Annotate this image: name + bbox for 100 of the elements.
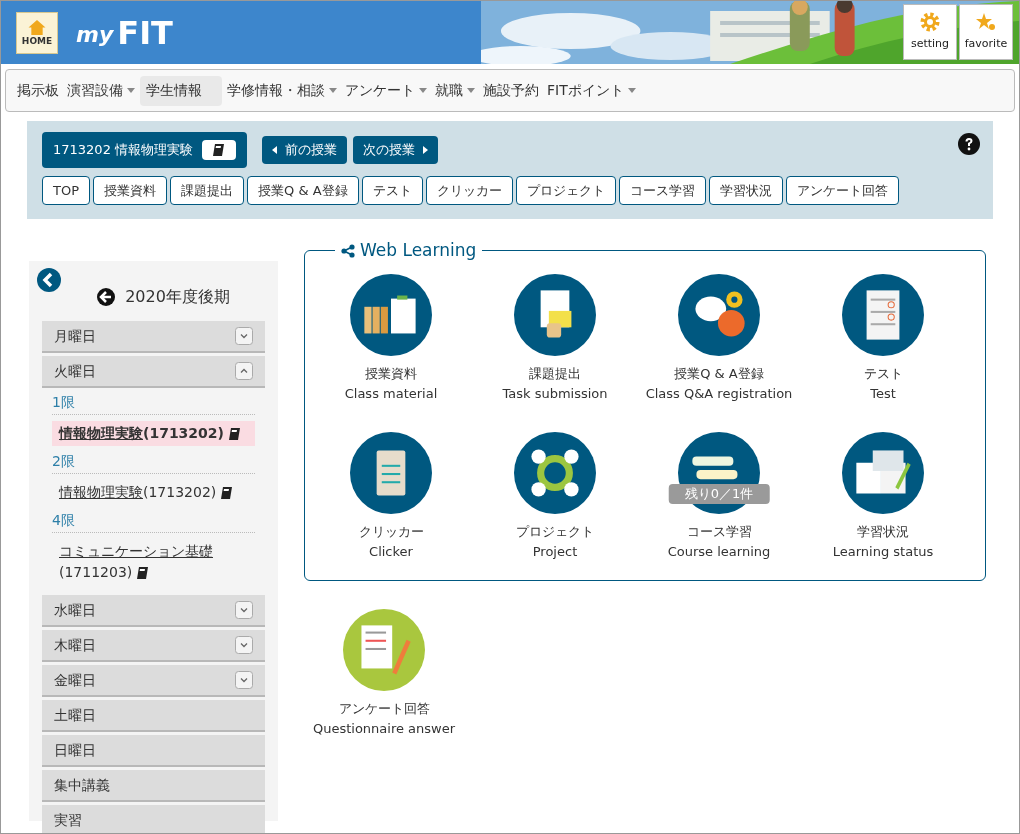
tile-sublabel: Class material bbox=[344, 384, 438, 403]
tile-label: プロジェクト bbox=[516, 522, 594, 541]
help-icon[interactable] bbox=[958, 133, 980, 155]
favorite-button[interactable]: favorite bbox=[959, 4, 1013, 60]
course-tab[interactable]: テスト bbox=[361, 176, 423, 205]
tile-label: 課題提出 bbox=[529, 364, 581, 383]
caret-icon bbox=[627, 88, 636, 93]
learning-tile[interactable]: プロジェクト Project bbox=[480, 431, 630, 562]
tile-label: クリッカー bbox=[358, 522, 424, 541]
day-header[interactable]: 木曜日 bbox=[42, 630, 265, 662]
learning-tile[interactable]: クリッカー Clicker bbox=[316, 431, 466, 562]
day-label: 日曜日 bbox=[54, 740, 96, 760]
course-link[interactable]: コミュニケーション基礎 (1711203) bbox=[52, 539, 255, 585]
course-tab[interactable]: クリッカー bbox=[425, 176, 513, 205]
day-header[interactable]: 実習 bbox=[42, 805, 265, 833]
period-label: 4限 bbox=[52, 509, 255, 533]
day-header[interactable]: 集中講義 bbox=[42, 770, 265, 802]
logo: my FIT bbox=[76, 14, 173, 51]
home-button[interactable]: HOME bbox=[16, 11, 58, 54]
syllabus-button[interactable] bbox=[202, 140, 237, 160]
day-header[interactable]: 土曜日 bbox=[42, 700, 265, 732]
day-label: 水曜日 bbox=[54, 600, 96, 620]
nav-menu-item[interactable]: 施設予約 bbox=[480, 75, 542, 106]
panel-title: Web Learning bbox=[335, 238, 483, 264]
share-icon bbox=[341, 243, 355, 258]
caret-icon bbox=[467, 88, 475, 93]
next-class-button[interactable]: 次の授業 bbox=[353, 136, 439, 164]
nav-menu-item[interactable]: アンケート bbox=[342, 75, 430, 106]
day-header[interactable]: 月曜日 bbox=[42, 321, 265, 353]
day-header[interactable]: 日曜日 bbox=[42, 735, 265, 767]
book-icon bbox=[212, 143, 227, 157]
day-label: 火曜日 bbox=[54, 361, 96, 381]
day-header[interactable]: 金曜日 bbox=[42, 665, 265, 697]
settings-icon bbox=[920, 11, 940, 32]
nav-menu-item[interactable]: 学修情報・相談 bbox=[224, 75, 340, 106]
learning-tile[interactable]: 授業Q & A登録 Class Q&A registration bbox=[644, 273, 794, 404]
house-icon bbox=[27, 19, 47, 36]
learning-tile[interactable]: アンケート回答 Questionnaire answer bbox=[309, 608, 459, 739]
nav-menu-item[interactable]: FITポイント bbox=[544, 75, 639, 106]
tile-sublabel: Class Q&A registration bbox=[645, 384, 793, 403]
tile-label: 学習状況 bbox=[857, 522, 909, 541]
day-label: 木曜日 bbox=[54, 635, 96, 655]
document-icon bbox=[842, 273, 924, 356]
settings-button[interactable]: setting bbox=[903, 4, 957, 60]
home-label: HOME bbox=[21, 36, 53, 46]
course-tab[interactable]: プロジェクト bbox=[515, 176, 616, 205]
course-tab[interactable]: アンケート回答 bbox=[785, 176, 899, 205]
chevron-down-icon[interactable] bbox=[235, 636, 253, 654]
learning-tile[interactable]: 残り0／1件 コース学習 Course learning bbox=[644, 431, 794, 562]
course-tab[interactable]: コース学習 bbox=[618, 176, 706, 205]
notebook-icon bbox=[842, 431, 924, 514]
tile-label: テスト bbox=[863, 364, 903, 383]
remaining-badge: 残り0／1件 bbox=[668, 483, 770, 504]
day-header[interactable]: 水曜日 bbox=[42, 595, 265, 627]
clipboard-icon bbox=[514, 273, 596, 356]
back-arrow-icon[interactable] bbox=[97, 288, 116, 306]
period-label: 2限 bbox=[52, 450, 255, 474]
course-link[interactable]: 情報物理実験(1713202) bbox=[52, 421, 255, 446]
tile-sublabel: Questionnaire answer bbox=[312, 719, 456, 738]
course-link[interactable]: 情報物理実験(1713202) bbox=[52, 480, 255, 505]
tile-sublabel: Project bbox=[532, 542, 578, 561]
nav-menu-item[interactable]: 就職 bbox=[432, 75, 478, 106]
course-tab[interactable]: 課題提出 bbox=[170, 176, 244, 205]
tile-sublabel: Course learning bbox=[667, 542, 771, 561]
nav-menu-item[interactable]: 演習設備 bbox=[64, 75, 138, 106]
learning-tile[interactable]: 授業資料 Class material bbox=[316, 273, 466, 404]
day-label: 土曜日 bbox=[54, 705, 96, 725]
course-tab[interactable]: 学習状況 bbox=[708, 176, 783, 205]
day-label: 金曜日 bbox=[54, 670, 96, 690]
learning-tile[interactable]: 学習状況 Learning status bbox=[808, 431, 958, 562]
course-tab[interactable]: TOP bbox=[42, 176, 90, 205]
learning-tile[interactable]: テスト Test bbox=[808, 273, 958, 404]
course-tab[interactable]: 授業Q & A登録 bbox=[247, 176, 359, 205]
nav-menu-item[interactable]: 掲示板 bbox=[14, 75, 62, 106]
tile-sublabel: Task submission bbox=[502, 384, 608, 403]
period-label: 1限 bbox=[52, 391, 255, 415]
learning-tile[interactable]: 課題提出 Task submission bbox=[480, 273, 630, 404]
tile-label: 授業資料 bbox=[365, 364, 417, 383]
nav-menu-item[interactable]: 学生情報 bbox=[140, 75, 222, 106]
day-label: 実習 bbox=[54, 810, 82, 830]
previous-class-button[interactable]: 前の授業 bbox=[262, 136, 348, 164]
chevron-down-icon[interactable] bbox=[235, 671, 253, 689]
course-tab[interactable]: 授業資料 bbox=[93, 176, 167, 205]
tile-label: コース学習 bbox=[686, 522, 752, 541]
chevron-up-icon[interactable] bbox=[235, 362, 253, 380]
caret-icon bbox=[419, 88, 427, 93]
tile-sublabel: Test bbox=[870, 384, 896, 403]
course-title: 1713202 情報物理実験 bbox=[53, 141, 194, 160]
chat-bubbles-icon bbox=[678, 273, 760, 356]
tile-sublabel: Clicker bbox=[369, 542, 413, 561]
chevron-down-icon[interactable] bbox=[235, 327, 253, 345]
book-icon bbox=[136, 566, 151, 580]
caret-right-icon bbox=[423, 146, 429, 154]
day-header[interactable]: 火曜日 bbox=[42, 356, 265, 388]
stars-icon bbox=[976, 11, 996, 32]
caret-left-icon bbox=[272, 146, 278, 154]
chevron-down-icon[interactable] bbox=[235, 601, 253, 619]
tile-label: アンケート回答 bbox=[338, 699, 430, 718]
day-label: 月曜日 bbox=[54, 326, 96, 346]
collapse-sidebar-icon[interactable] bbox=[37, 268, 61, 292]
